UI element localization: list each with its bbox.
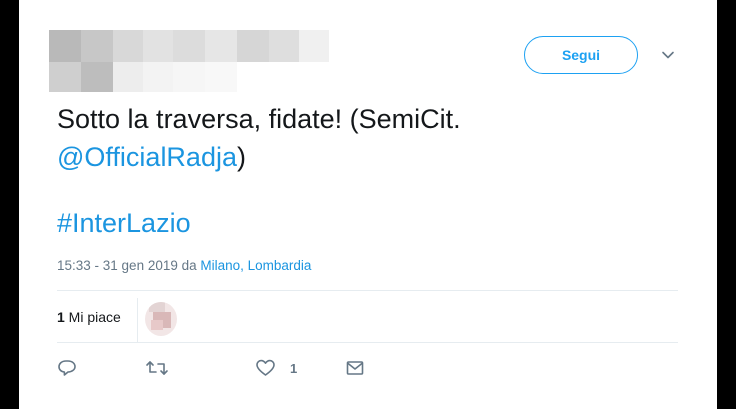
follow-button[interactable]: Segui xyxy=(524,36,638,74)
likes-row: 1 Mi piace xyxy=(57,298,677,342)
blurred-profile-header xyxy=(49,30,339,92)
tweet-text-line1: Sotto la traversa, fidate! (SemiCit. xyxy=(57,104,461,134)
like-count: 1 xyxy=(290,360,298,376)
reply-button[interactable] xyxy=(57,355,77,381)
liker-avatar[interactable] xyxy=(145,302,177,336)
likes-label: Mi piace xyxy=(64,309,121,325)
timestamp[interactable]: 15:33 - 31 gen 2019 da xyxy=(57,258,200,273)
reply-icon xyxy=(58,360,76,376)
likes-number: 1 xyxy=(57,309,65,325)
retweet-icon xyxy=(146,361,168,375)
tweet-text: Sotto la traversa, fidate! (SemiCit. @Of… xyxy=(57,100,677,176)
heart-icon xyxy=(256,359,275,376)
hashtag-link[interactable]: #InterLazio xyxy=(57,204,191,242)
mention-link[interactable]: @OfficialRadja xyxy=(57,142,237,172)
likes-count[interactable]: 1 Mi piace xyxy=(57,309,121,325)
envelope-icon xyxy=(346,361,364,375)
tweet-meta: 15:33 - 31 gen 2019 da Milano, Lombardia xyxy=(57,258,311,273)
retweet-button[interactable] xyxy=(145,355,169,381)
like-button[interactable]: 1 xyxy=(255,355,297,381)
likes-separator xyxy=(137,298,138,342)
direct-message-button[interactable] xyxy=(345,355,365,381)
mention-close: ) xyxy=(236,142,246,172)
tweet-card: Segui Sotto la traversa, fidate! (SemiCi… xyxy=(19,0,717,409)
chevron-down-icon[interactable] xyxy=(661,48,675,62)
action-bar: 1 xyxy=(57,355,457,381)
divider xyxy=(57,342,678,343)
location-link[interactable]: Milano, Lombardia xyxy=(200,258,311,273)
divider xyxy=(57,290,678,291)
